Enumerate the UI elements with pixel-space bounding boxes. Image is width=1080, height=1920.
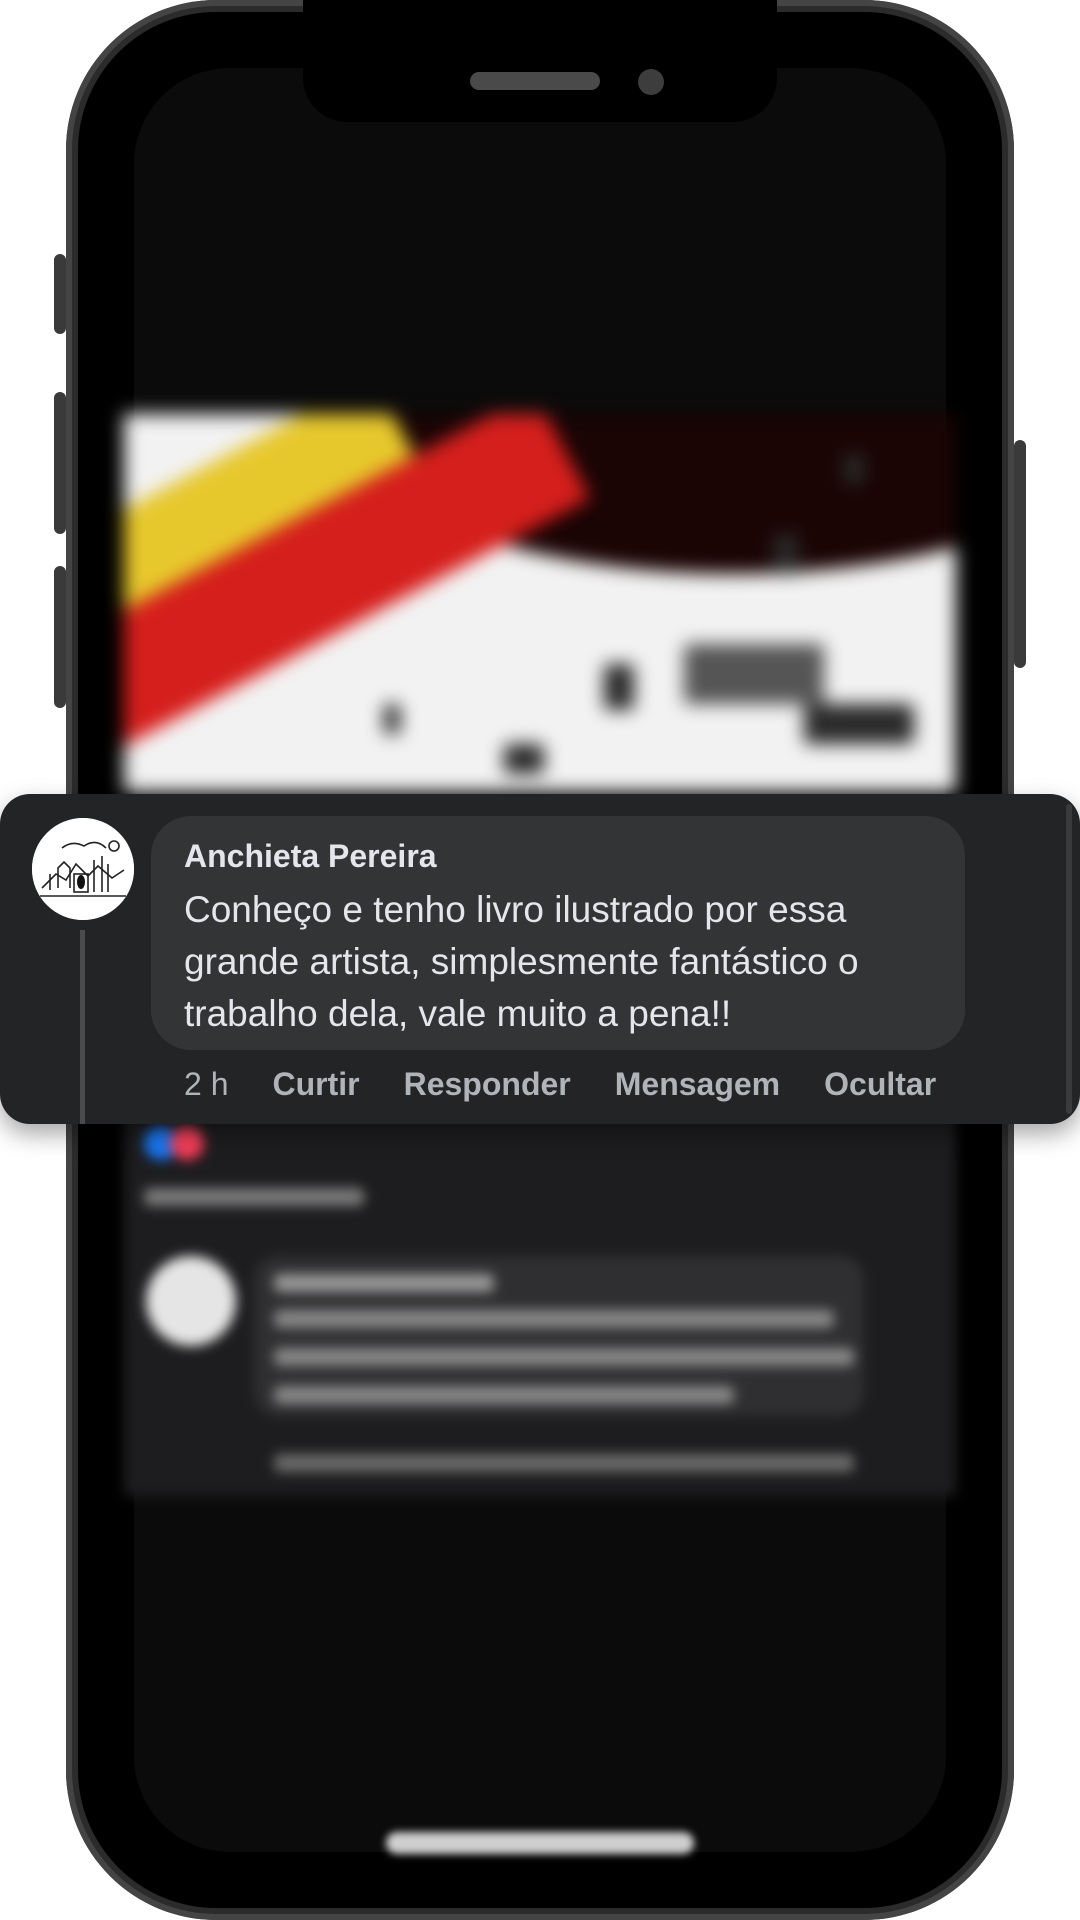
thread-line xyxy=(80,930,85,1124)
reply-button[interactable]: Responder xyxy=(404,1066,571,1103)
blurred-post-image xyxy=(124,414,956,792)
hide-button[interactable]: Ocultar xyxy=(824,1066,936,1103)
comment-text: Conheço e tenho livro ilustrado por essa… xyxy=(184,889,859,1034)
phone-notch xyxy=(303,0,777,122)
mockup-stage: Anchieta Pereira Conheço e tenho livro i… xyxy=(0,0,1080,1920)
power-button xyxy=(1014,440,1026,668)
message-button[interactable]: Mensagem xyxy=(615,1066,780,1103)
card-scroll-edge xyxy=(1066,804,1072,1114)
comment-card: Anchieta Pereira Conheço e tenho livro i… xyxy=(0,794,1080,1124)
sketch-avatar-icon xyxy=(32,818,134,920)
comment-timestamp[interactable]: 2 h xyxy=(184,1066,228,1103)
love-reaction-icon xyxy=(170,1126,204,1160)
speaker-grille xyxy=(470,72,600,90)
like-button[interactable]: Curtir xyxy=(272,1066,359,1103)
mute-switch xyxy=(54,254,66,334)
user-avatar[interactable] xyxy=(32,818,134,920)
volume-down-button xyxy=(54,566,66,708)
comment-bubble[interactable]: Anchieta Pereira Conheço e tenho livro i… xyxy=(151,816,965,1050)
blurred-comment-section xyxy=(124,1116,956,1496)
volume-up-button xyxy=(54,392,66,534)
comment-author[interactable]: Anchieta Pereira xyxy=(184,836,437,876)
front-camera xyxy=(638,69,664,95)
home-indicator xyxy=(386,1832,694,1854)
comment-actions: 2 h Curtir Responder Mensagem Ocultar xyxy=(184,1062,936,1106)
